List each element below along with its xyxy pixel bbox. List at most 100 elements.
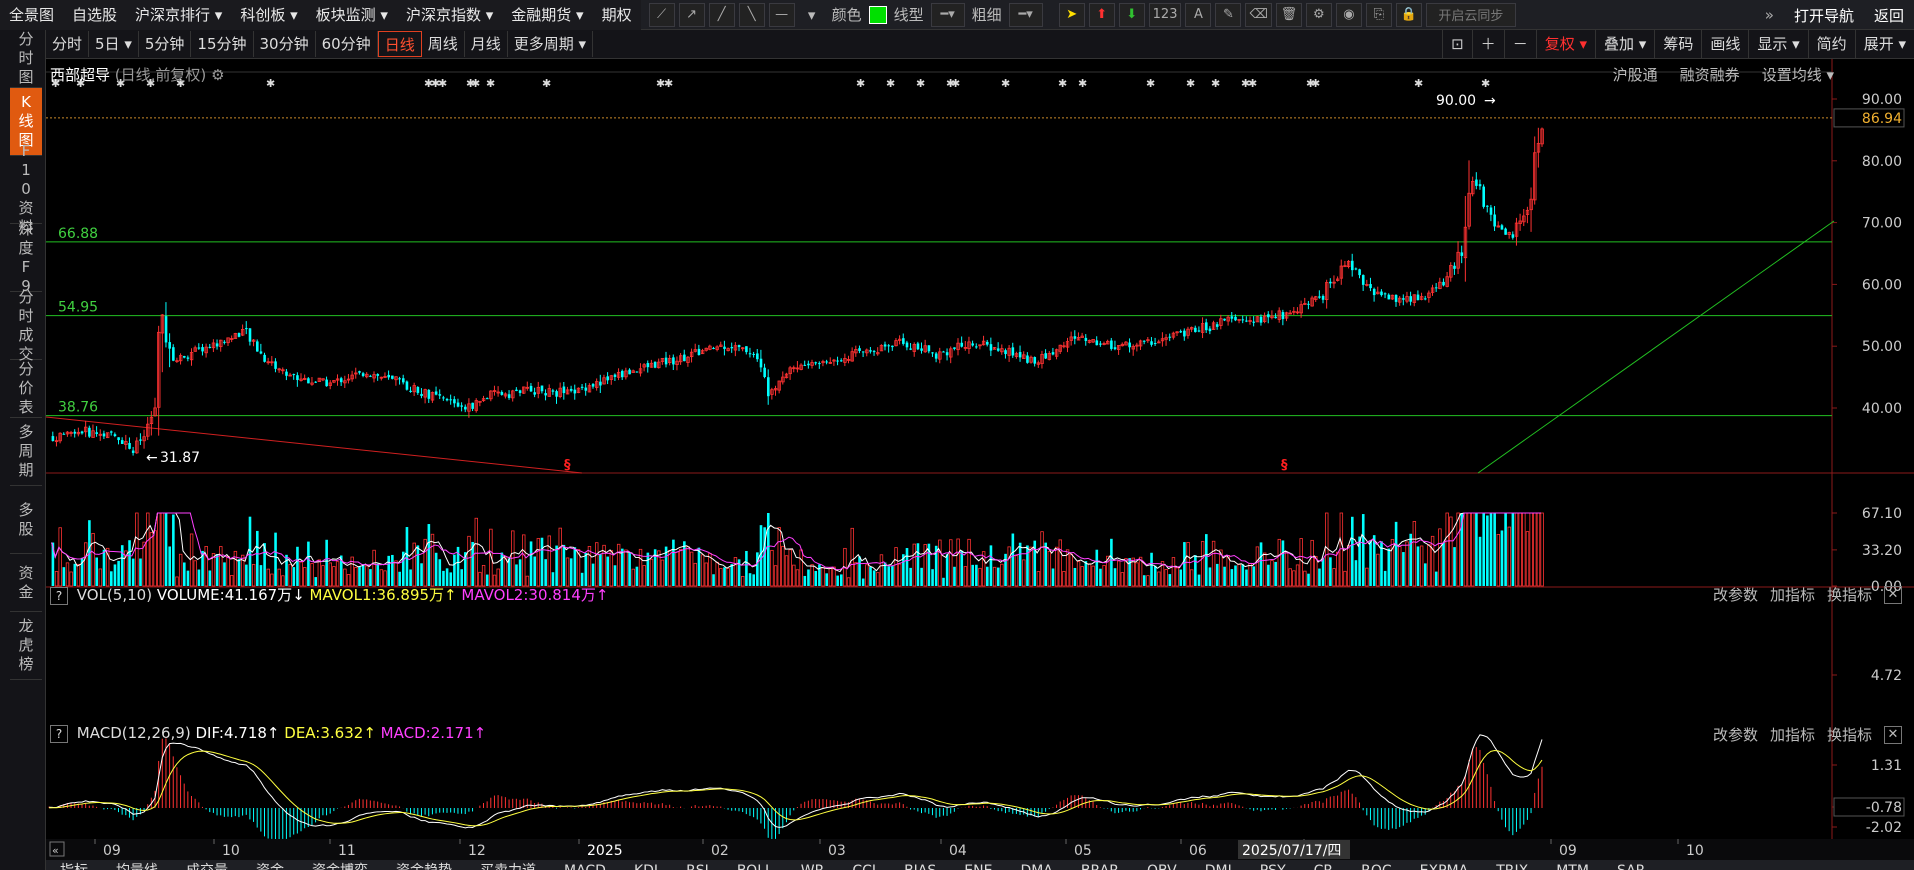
menu-item[interactable]: 金融期货 ▾ bbox=[502, 0, 592, 30]
period-tab[interactable]: 5分钟 bbox=[139, 31, 192, 57]
indicator-tab[interactable]: ROC bbox=[1347, 863, 1406, 870]
indicator-tab[interactable]: 资金 bbox=[242, 863, 298, 870]
indicator-tab[interactable]: CR bbox=[1300, 863, 1348, 870]
indicator-tab[interactable]: BOLL bbox=[723, 863, 787, 870]
help-icon[interactable]: ? bbox=[50, 725, 68, 743]
segment-tool-icon[interactable]: ╱ bbox=[708, 2, 735, 27]
period-tab[interactable]: 更多周期 ▾ bbox=[508, 31, 594, 57]
indicator-tab[interactable]: CCI bbox=[838, 863, 890, 870]
settings-gear-icon[interactable]: ⚙ bbox=[211, 66, 224, 84]
chart-option-button[interactable]: 显示 ▾ bbox=[1748, 30, 1807, 59]
cursor-icon[interactable]: ➤ bbox=[1058, 2, 1085, 27]
indicator-tab[interactable]: MACD bbox=[550, 863, 620, 870]
open-nav-button[interactable]: 打开导航 bbox=[1784, 5, 1864, 26]
indicator-tab[interactable]: EXPMA bbox=[1406, 863, 1483, 870]
panel-control-button[interactable]: 改参数 bbox=[1713, 584, 1758, 605]
text-tool-icon[interactable]: A bbox=[1185, 2, 1212, 27]
close-icon[interactable]: ✕ bbox=[1884, 585, 1902, 604]
panel-control-button[interactable]: 换指标 bbox=[1827, 724, 1872, 745]
eye-icon[interactable]: ◉ bbox=[1335, 2, 1362, 27]
expand-chevron-icon[interactable]: » bbox=[1755, 6, 1784, 24]
indicator-tab[interactable]: MTM bbox=[1542, 863, 1603, 870]
main-panel-link[interactable]: 设置均线 ▾ bbox=[1762, 64, 1834, 85]
buy-arrow-icon[interactable]: ⬆ bbox=[1088, 2, 1115, 27]
sell-arrow-icon[interactable]: ⬇ bbox=[1118, 2, 1145, 27]
thickness-select[interactable]: ━▾ bbox=[1008, 2, 1043, 27]
help-icon[interactable]: ? bbox=[50, 587, 68, 605]
zoom-in-icon[interactable]: ＋ bbox=[1471, 30, 1504, 59]
eraser-icon[interactable]: ⌫ bbox=[1245, 2, 1272, 27]
horizontal-line-tool-icon[interactable]: — bbox=[768, 2, 795, 27]
gear-icon[interactable]: ⚙ bbox=[1305, 2, 1332, 27]
menu-item[interactable]: 板块监测 ▾ bbox=[307, 0, 397, 30]
locate-icon[interactable]: ⊡ bbox=[1442, 30, 1472, 59]
indicator-tab[interactable]: PSY bbox=[1246, 863, 1300, 870]
lock-icon[interactable]: 🔒 bbox=[1395, 2, 1422, 27]
ray-tool-icon[interactable]: ↗ bbox=[678, 2, 705, 27]
cloud-sync-button[interactable]: 开启云同步 bbox=[1425, 2, 1516, 27]
period-tab[interactable]: 日线 bbox=[377, 31, 422, 57]
linetype-select[interactable]: ━▾ bbox=[930, 2, 965, 27]
sidebar-item[interactable]: 资金 bbox=[10, 554, 42, 612]
more-tools-chevron-icon[interactable]: ▾ bbox=[799, 3, 825, 27]
back-button[interactable]: 返回 bbox=[1864, 5, 1914, 26]
diagonal-tool-icon[interactable]: ╲ bbox=[738, 2, 765, 27]
menu-item[interactable]: 全景图 bbox=[0, 0, 63, 30]
zoom-out-icon[interactable]: － bbox=[1503, 30, 1536, 59]
panel-control-button[interactable]: 加指标 bbox=[1770, 584, 1815, 605]
sidebar-item[interactable]: F10资料 bbox=[10, 142, 42, 236]
color-swatch[interactable] bbox=[868, 5, 887, 24]
highlighter-icon[interactable]: ✎ bbox=[1215, 2, 1242, 27]
line-tool-icon[interactable]: ⟋ bbox=[648, 2, 675, 27]
indicator-tab[interactable]: OBV bbox=[1133, 863, 1191, 870]
sidebar-item[interactable]: 分时图 bbox=[10, 30, 42, 88]
period-tab[interactable]: 分时 bbox=[46, 31, 90, 57]
close-icon[interactable]: ✕ bbox=[1884, 725, 1902, 744]
menu-item[interactable]: 沪深京指数 ▾ bbox=[397, 0, 502, 30]
chart-option-button[interactable]: 叠加 ▾ bbox=[1595, 30, 1654, 59]
sidebar-item[interactable]: 多股 bbox=[10, 486, 42, 554]
numbering-icon[interactable]: 123 bbox=[1148, 2, 1182, 27]
indicator-tab[interactable]: 买卖力道 bbox=[466, 863, 550, 870]
sidebar-item[interactable]: 深度F9 bbox=[10, 220, 42, 295]
sidebar-item[interactable]: 多周期 bbox=[10, 418, 42, 486]
chart-option-button[interactable]: 复权 ▾ bbox=[1535, 30, 1595, 59]
chart-option-button[interactable]: 展开 ▾ bbox=[1854, 30, 1914, 59]
indicator-tab[interactable]: BRAR bbox=[1067, 863, 1133, 870]
period-tab[interactable]: 月线 bbox=[465, 31, 508, 57]
indicator-tab[interactable]: WR bbox=[787, 863, 839, 870]
chart-option-button[interactable]: 简约 bbox=[1807, 30, 1855, 59]
sidebar-item[interactable]: 分时成交 bbox=[10, 288, 42, 363]
menu-item[interactable]: 沪深京排行 ▾ bbox=[126, 0, 231, 30]
indicator-tab[interactable]: 成交量 bbox=[172, 863, 242, 870]
sidebar-item[interactable]: 分价表 bbox=[10, 360, 42, 418]
menu-item[interactable]: 自选股 bbox=[63, 0, 126, 30]
indicator-tab[interactable]: 资金趋势 bbox=[382, 863, 466, 870]
indicator-tab[interactable]: TRIX bbox=[1482, 863, 1542, 870]
indicator-tab[interactable]: 均量线 bbox=[102, 863, 172, 870]
period-tab[interactable]: 60分钟 bbox=[316, 31, 378, 57]
indicator-tab[interactable]: 资金博弈 bbox=[298, 863, 382, 870]
indicator-tab[interactable]: KDJ bbox=[620, 863, 672, 870]
period-tab[interactable]: 15分钟 bbox=[191, 31, 254, 57]
indicator-tab[interactable]: 指标 bbox=[46, 863, 102, 870]
export-icon[interactable]: ⎘ bbox=[1365, 2, 1392, 27]
period-tab[interactable]: 5日 ▾ bbox=[89, 31, 139, 57]
indicator-tab[interactable]: SAR bbox=[1603, 863, 1659, 870]
trash-icon[interactable]: 🗑 bbox=[1275, 2, 1302, 27]
indicator-tab[interactable]: DMA bbox=[1006, 863, 1066, 870]
panel-control-button[interactable]: 改参数 bbox=[1713, 724, 1758, 745]
indicator-tab[interactable]: ENE bbox=[950, 863, 1006, 870]
indicator-tab[interactable]: DMI bbox=[1191, 863, 1246, 870]
indicator-tab[interactable]: BIAS bbox=[890, 863, 950, 870]
chart-canvas[interactable]: 90.00 80.00 70.00 60.00 50.00 40.00 86.94 66.88… bbox=[46, 59, 1914, 839]
chart-option-button[interactable]: 筹码 bbox=[1654, 30, 1701, 59]
chart-area[interactable]: 90.00 80.00 70.00 60.00 50.00 40.00 86.94 66.88… bbox=[46, 59, 1914, 839]
chart-option-button[interactable]: 画线 bbox=[1701, 30, 1748, 59]
indicator-tab[interactable]: RSI bbox=[672, 863, 723, 870]
menu-item[interactable]: 科创板 ▾ bbox=[231, 0, 306, 30]
menu-item[interactable]: 期权 bbox=[593, 0, 641, 30]
panel-control-button[interactable]: 换指标 bbox=[1827, 584, 1872, 605]
period-tab[interactable]: 周线 bbox=[422, 31, 465, 57]
main-panel-link[interactable]: 沪股通 bbox=[1613, 64, 1658, 85]
